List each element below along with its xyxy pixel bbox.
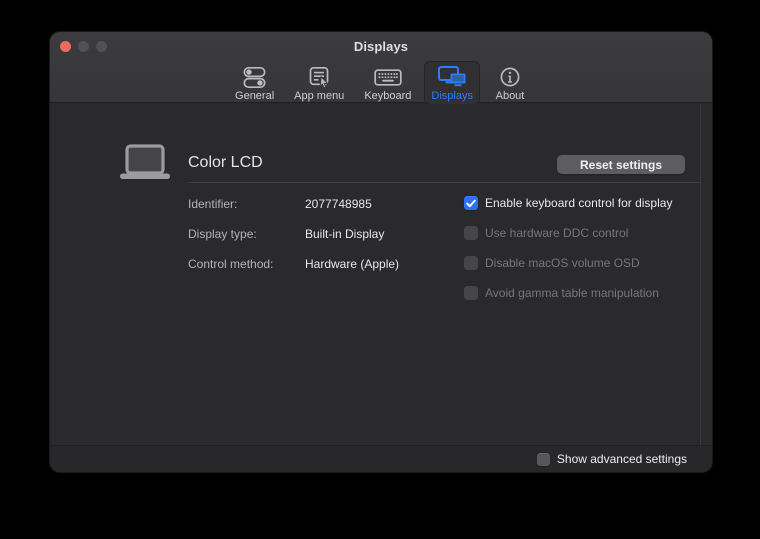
toolbar-label-general: General <box>235 90 274 102</box>
info-label: Control method: <box>188 257 305 271</box>
display-options-list: Enable keyboard control for display Use … <box>464 194 672 302</box>
checkbox-label: Disable macOS volume OSD <box>485 256 640 270</box>
info-value: Hardware (Apple) <box>305 257 399 271</box>
checkbox-unchecked-icon <box>464 256 478 270</box>
laptop-icon <box>116 144 174 183</box>
checkbox-label: Use hardware DDC control <box>485 226 628 240</box>
panel-header: Color LCD Reset settings <box>50 104 712 183</box>
displays-icon <box>437 65 468 89</box>
toolbar-label-displays: Displays <box>431 90 473 102</box>
toolbar-item-displays[interactable]: Displays <box>424 61 480 105</box>
info-row-control-method: Control method: Hardware (Apple) <box>188 255 399 272</box>
toolbar-label-keyboard: Keyboard <box>364 90 411 102</box>
checkbox-unchecked-icon <box>464 226 478 240</box>
checkbox-unchecked-icon <box>464 286 478 300</box>
toolbar-item-keyboard[interactable]: Keyboard <box>357 61 418 105</box>
checkbox-label: Avoid gamma table manipulation <box>485 286 659 300</box>
header-divider <box>188 182 700 183</box>
toolbar-item-general[interactable]: General <box>228 61 281 105</box>
toolbar-label-app-menu: App menu <box>294 90 344 102</box>
info-icon <box>499 65 521 89</box>
checkbox-use-hardware-ddc: Use hardware DDC control <box>464 224 672 242</box>
window-chrome: Displays General <box>50 32 712 103</box>
checkbox-avoid-gamma-manipulation: Avoid gamma table manipulation <box>464 284 672 302</box>
info-row-identifier: Identifier: 2077748985 <box>188 195 399 212</box>
footer-bar: Show advanced settings <box>50 445 712 472</box>
display-settings-panel: Color LCD Reset settings Identifier: 207… <box>50 104 712 472</box>
document-cursor-icon <box>307 65 331 89</box>
show-advanced-settings-label: Show advanced settings <box>557 452 687 466</box>
checkbox-enable-keyboard-control[interactable]: Enable keyboard control for display <box>464 194 672 212</box>
toolbar: General App menu <box>50 59 712 103</box>
checkbox-checked-icon <box>464 196 478 210</box>
info-label: Display type: <box>188 227 305 241</box>
toolbar-item-app-menu[interactable]: App menu <box>287 61 351 105</box>
info-row-display-type: Display type: Built-in Display <box>188 225 399 242</box>
displays-window: Displays General <box>50 32 712 472</box>
info-label: Identifier: <box>188 197 305 211</box>
display-name: Color LCD <box>188 154 263 172</box>
checkbox-label: Enable keyboard control for display <box>485 196 672 210</box>
reset-settings-button[interactable]: Reset settings <box>557 155 685 174</box>
checkbox-disable-volume-osd: Disable macOS volume OSD <box>464 254 672 272</box>
keyboard-icon <box>374 65 402 89</box>
toolbar-item-about[interactable]: About <box>486 61 534 105</box>
titlebar[interactable]: Displays <box>50 32 712 60</box>
info-value: 2077748985 <box>305 197 372 211</box>
toggles-icon <box>242 65 267 89</box>
info-value: Built-in Display <box>305 227 384 241</box>
toolbar-label-about: About <box>496 90 525 102</box>
display-info-list: Identifier: 2077748985 Display type: Bui… <box>188 195 399 272</box>
checkbox-show-advanced-settings[interactable] <box>537 453 550 466</box>
window-title: Displays <box>50 39 712 54</box>
